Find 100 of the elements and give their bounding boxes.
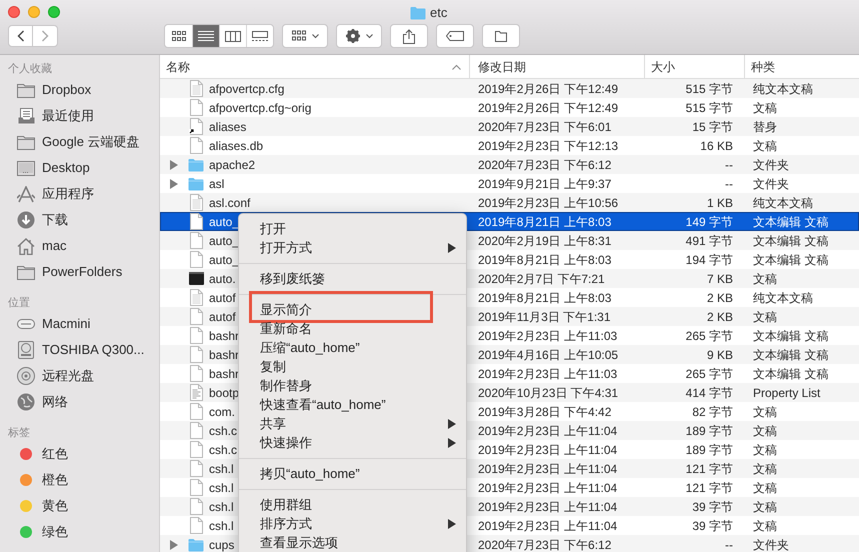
sidebar-item[interactable]: 下载 — [0, 207, 159, 233]
sidebar-item[interactable]: 应用程序 — [0, 181, 159, 207]
kind-cell: 文稿 — [753, 310, 777, 324]
download-icon — [17, 211, 35, 229]
kind-cell: 文本编辑 文稿 — [753, 252, 828, 266]
file-name: auto_ — [209, 214, 240, 230]
group-button[interactable] — [282, 24, 328, 48]
drive-icon — [17, 318, 35, 330]
kind-cell: 文稿 — [753, 424, 777, 438]
date-cell: 2019年2月23日 上午11:03 — [478, 366, 618, 380]
sidebar-item[interactable]: 最近使用 — [0, 103, 159, 129]
close-button[interactable] — [8, 6, 20, 18]
date-cell: 2019年8月21日 上午8:03 — [478, 214, 612, 228]
menu-item[interactable]: 使用群组 — [260, 494, 312, 514]
column-header[interactable]: 大小 — [645, 55, 745, 78]
date-cell: 2019年2月23日 上午11:04 — [478, 424, 618, 438]
column-header[interactable]: 修改日期 — [470, 55, 645, 78]
home-icon — [17, 238, 35, 254]
size-cell: 189 字节 — [686, 424, 733, 438]
file-icon — [188, 232, 204, 249]
kind-cell: 文稿 — [753, 272, 777, 286]
sidebar-item[interactable]: TOSHIBA Q300... — [0, 337, 159, 363]
sidebar-item[interactable]: Macmini — [0, 311, 159, 337]
view-mode-control[interactable] — [164, 24, 274, 48]
sidebar-item[interactable]: mac — [0, 233, 159, 259]
alias-file-icon — [188, 118, 204, 135]
date-cell: 2019年3月28日 下午4:42 — [478, 404, 612, 418]
size-cell: 1 KB — [706, 196, 733, 210]
file-name: bashr — [209, 328, 240, 344]
grid-icon — [172, 31, 186, 41]
text-file-icon — [188, 289, 204, 306]
date-cell: 2019年11月3日 下午1:31 — [478, 310, 611, 324]
file-name: csh.l — [209, 460, 234, 478]
folder-icon — [188, 538, 204, 552]
back-button[interactable] — [8, 25, 33, 47]
date-cell: 2019年9月21日 上午9:37 — [478, 176, 612, 190]
column-header[interactable]: 种类 — [745, 55, 859, 78]
text-file-icon — [188, 384, 204, 401]
menu-item[interactable]: 移到废纸篓 — [260, 268, 325, 288]
menu-item[interactable]: 查看显示选项 — [260, 532, 338, 552]
file-row[interactable]: afpovertcp.cfg 2019年2月26日 下午12:49 515 字节 纯文本文稿 — [160, 79, 859, 98]
file-row[interactable]: asl.conf 2019年2月23日 上午10:56 1 KB 纯文本文稿 — [160, 193, 859, 212]
kind-cell: 文稿 — [753, 480, 777, 494]
date-cell: 2019年2月23日 上午11:03 — [478, 328, 618, 342]
kind-cell: 纯文本文稿 — [753, 290, 813, 304]
chevron-right-icon — [41, 30, 49, 42]
sidebar-item[interactable]: 黄色 — [0, 493, 159, 519]
file-icon — [188, 479, 204, 496]
date-cell: 2020年2月19日 上午8:31 — [478, 234, 612, 248]
disclosure-triangle-icon[interactable] — [170, 540, 178, 550]
file-row[interactable]: apache2 2020年7月23日 下午6:12 -- 文件夹 — [160, 155, 859, 174]
sidebar-section-title: 位置 — [8, 296, 30, 311]
size-cell: 189 字节 — [686, 442, 733, 456]
list-icon — [198, 30, 214, 42]
size-cell: 265 字节 — [686, 328, 733, 342]
disclosure-triangle-icon[interactable] — [170, 160, 178, 170]
file-name: csh.c — [209, 422, 238, 440]
caret-icon — [366, 34, 372, 38]
sidebar-item[interactable]: 远程光盘 — [0, 363, 159, 389]
disclosure-triangle-icon[interactable] — [170, 178, 178, 188]
kind-cell: 文稿 — [753, 462, 777, 476]
action-button[interactable] — [336, 24, 382, 48]
date-cell: 2019年2月23日 上午11:04 — [478, 442, 618, 456]
caret-icon — [312, 34, 318, 38]
sidebar-item[interactable]: PowerFolders — [0, 259, 159, 285]
icon-view-button[interactable] — [165, 25, 192, 47]
tag-button[interactable] — [436, 24, 474, 48]
date-cell: 2019年8月21日 上午8:03 — [478, 290, 612, 304]
file-name: auto_ — [209, 252, 240, 268]
size-cell: 121 字节 — [686, 462, 733, 476]
size-cell: 39 字节 — [692, 518, 733, 532]
file-row[interactable]: aliases 2020年7月23日 下午6:01 15 字节 替身 — [160, 117, 859, 136]
date-cell: 2019年2月23日 下午12:13 — [478, 138, 618, 152]
date-cell: 2020年2月7日 下午7:21 — [478, 272, 605, 286]
file-icon — [188, 346, 204, 363]
sidebar-item[interactable]: 红色 — [0, 441, 159, 467]
file-name: com. — [209, 404, 236, 420]
folder-button[interactable] — [482, 24, 520, 48]
list-view-button[interactable] — [192, 25, 219, 47]
file-icon — [188, 498, 204, 515]
file-icon — [188, 403, 204, 420]
sidebar-item[interactable]: Google 云端硬盘 — [0, 129, 159, 155]
date-cell: 2019年2月26日 下午12:49 — [478, 100, 618, 114]
share-button[interactable] — [390, 24, 428, 48]
file-name: autof — [209, 290, 236, 306]
column-header[interactable]: 名称 — [160, 55, 470, 78]
columns-icon — [225, 30, 241, 42]
sidebar-item[interactable]: Desktop — [0, 155, 159, 181]
folder-icon — [17, 264, 35, 280]
size-cell: 149 字节 — [686, 214, 733, 228]
gallery-view-button[interactable] — [246, 25, 273, 47]
sidebar-item[interactable]: 橙色 — [0, 467, 159, 493]
sidebar-item[interactable]: Dropbox — [0, 77, 159, 103]
file-name: cups — [209, 536, 234, 552]
sidebar-item[interactable]: 网络 — [0, 389, 159, 415]
menu-item[interactable]: 排序方式 — [260, 514, 312, 534]
file-icon — [188, 308, 204, 325]
sidebar-item[interactable]: 绿色 — [0, 519, 159, 545]
column-view-button[interactable] — [219, 25, 246, 47]
size-cell: 515 字节 — [686, 100, 733, 114]
